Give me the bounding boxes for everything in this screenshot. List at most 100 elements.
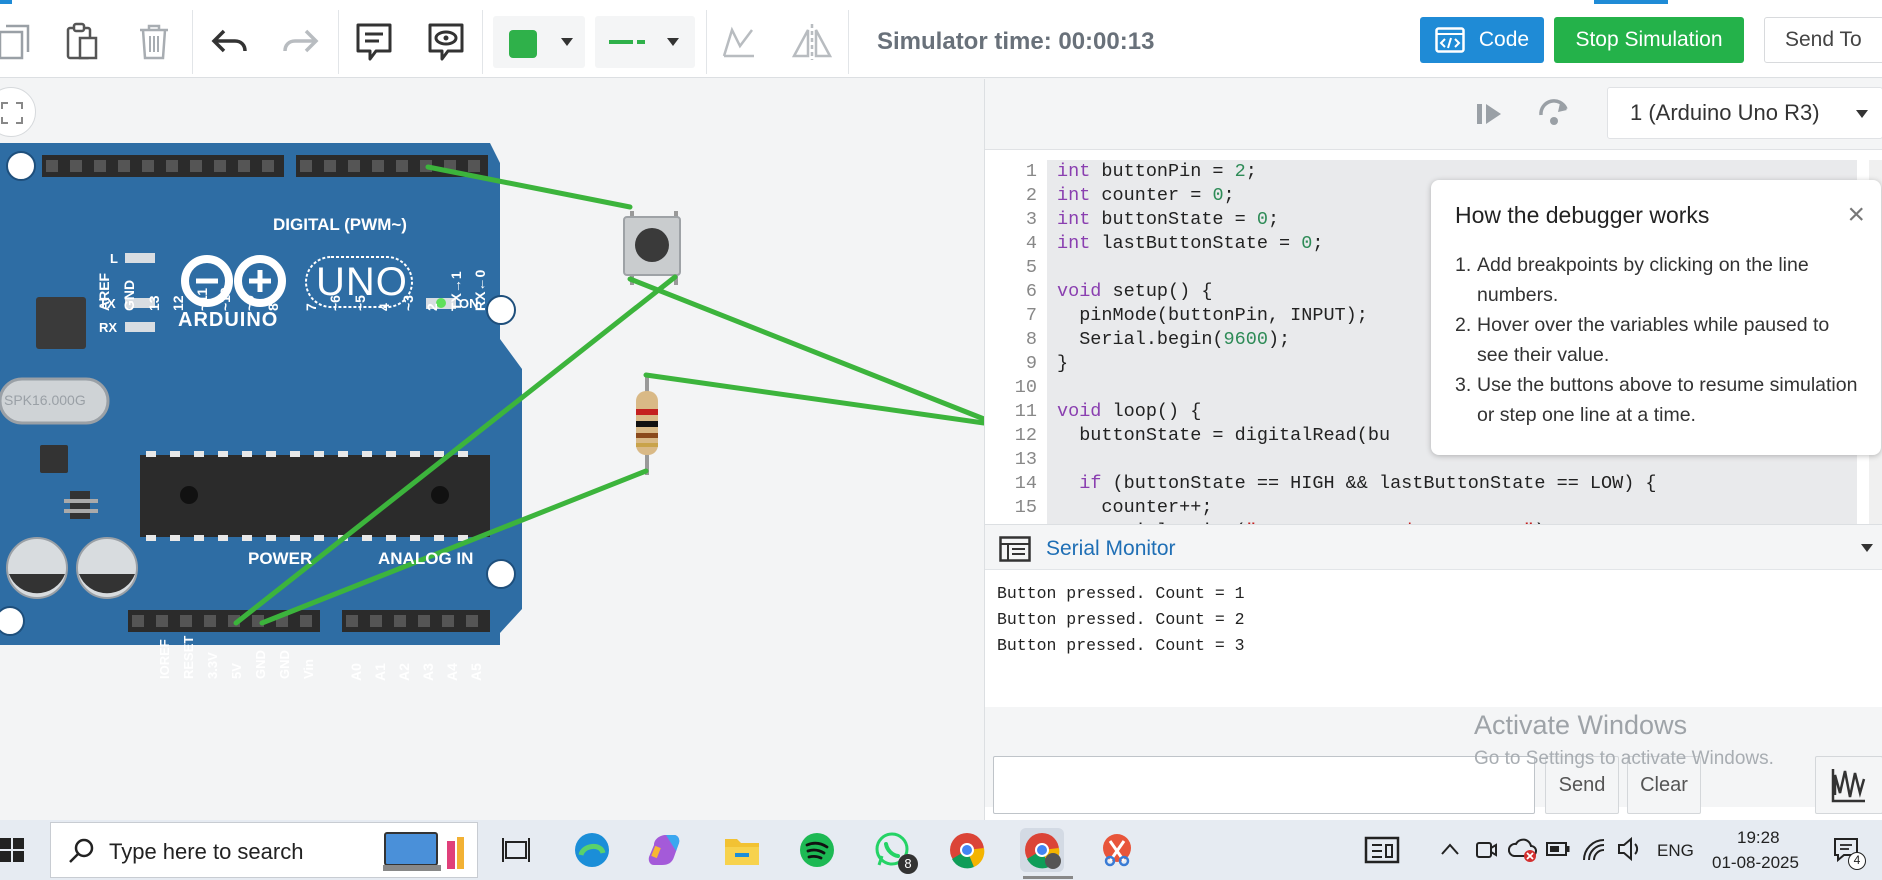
news-widget-icon[interactable] [1364, 836, 1400, 864]
help-step-text: Hover over the variables while paused to… [1477, 314, 1830, 366]
digital-pin-label: 2 [424, 303, 440, 311]
help-step: 1. Add breakpoints by clicking on the lin… [1455, 254, 1809, 306]
line-number[interactable]: 14 [985, 472, 1037, 496]
flip-icon[interactable] [786, 16, 838, 68]
power-pin-label: GND [277, 650, 292, 679]
analog-pin-label: A1 [372, 663, 388, 681]
line-number[interactable]: 7 [985, 304, 1037, 328]
battery-icon[interactable] [1546, 840, 1570, 858]
whatsapp-icon[interactable]: 8 [870, 828, 918, 874]
line-number[interactable]: 11 [985, 400, 1037, 424]
code-text: counter++; [1057, 497, 1213, 518]
line-number[interactable]: 8 [985, 328, 1037, 352]
wire-type-picker[interactable] [595, 16, 695, 68]
device-selector-value: 1 (Arduino Uno R3) [1630, 100, 1820, 125]
code-line: 14 if (buttonState == HIGH && lastButton… [985, 472, 1882, 496]
line-number[interactable]: 1 [985, 160, 1037, 184]
active-app-indicator [1023, 876, 1073, 879]
code-text: int buttonPin = 2; [1057, 161, 1257, 182]
search-icon [69, 838, 94, 863]
task-view-icon[interactable] [502, 836, 530, 864]
edge-icon[interactable] [570, 828, 614, 872]
pushbutton [623, 211, 681, 285]
line-number[interactable]: 4 [985, 232, 1037, 256]
copilot-icon[interactable] [645, 828, 689, 872]
on-label: ON [459, 296, 479, 311]
windows-start-icon[interactable] [0, 838, 26, 864]
line-number[interactable]: 2 [985, 184, 1037, 208]
wifi-icon[interactable] [1580, 836, 1606, 862]
volume-icon[interactable] [1616, 836, 1642, 862]
toolbar-divider [706, 10, 707, 74]
power-pin-label: 5V [229, 663, 244, 679]
serial-line: Button pressed. Count = 1 [997, 584, 1245, 603]
wire-color-picker[interactable] [493, 16, 585, 68]
graph-toggle-button[interactable] [1815, 756, 1882, 814]
analog-label: ANALOG IN [378, 549, 474, 568]
file-explorer-icon[interactable] [720, 828, 764, 872]
board-labels: AREF GND 13 12 ~11 ~10 ~9 8 7 ~6 ~5 4 ~3 2 TX→1 RX←0 DI… [0, 79, 540, 681]
chevron-down-icon[interactable] [1861, 544, 1873, 552]
clock-time[interactable]: 19:28 [1737, 828, 1780, 848]
line-number[interactable]: 3 [985, 208, 1037, 232]
line-number[interactable]: 5 [985, 256, 1037, 280]
circuit-canvas[interactable]: AREF GND 13 12 ~11 ~10 ~9 8 7 ~6 ~5 4 ~3 2 TX→1 RX←0 DI… [0, 79, 984, 820]
power-pin-label: 3.3V [205, 652, 220, 679]
led-l-label: L [110, 251, 118, 266]
digital-pin-label: 13 [146, 295, 162, 311]
help-step: 2. Hover over the variables while paused … [1455, 314, 1830, 366]
send-to-button[interactable]: Send To [1764, 17, 1882, 63]
digital-header-label: DIGITAL (PWM~) [273, 215, 407, 234]
device-selector[interactable]: 1 (Arduino Uno R3) [1607, 87, 1882, 139]
line-number[interactable]: 6 [985, 280, 1037, 304]
input-language[interactable]: ENG [1657, 841, 1694, 861]
power-pin-label: RESET [181, 635, 196, 679]
activation-watermark: Activate Windows [1474, 710, 1688, 740]
chrome-icon[interactable] [945, 828, 989, 872]
view-notes-icon[interactable] [420, 16, 472, 68]
chevron-up-icon[interactable] [1440, 842, 1460, 856]
plotter-icon [1831, 769, 1866, 803]
code-line: 15 counter++; [985, 496, 1882, 520]
search-highlight-icon [383, 832, 464, 871]
resistor [636, 375, 658, 475]
clock-date[interactable]: 01-08-2025 [1712, 853, 1799, 873]
chrome-profile-icon[interactable] [1020, 828, 1064, 872]
chevron-down-icon [1856, 110, 1868, 118]
digital-pin-label: ~10 [217, 287, 233, 311]
line-number[interactable]: 12 [985, 424, 1037, 448]
line-number[interactable]: 10 [985, 376, 1037, 400]
cloud-sync-icon[interactable] [1508, 836, 1538, 864]
search-placeholder: Type here to search [109, 839, 304, 864]
delete-icon[interactable] [128, 16, 180, 68]
serial-input[interactable] [993, 756, 1535, 814]
led-rx-label: RX [99, 320, 118, 335]
activation-watermark-hint: Go to Settings to activate Windows. [1474, 748, 1774, 769]
serial-monitor-header[interactable]: Serial Monitor [985, 524, 1882, 570]
rotate-icon[interactable] [712, 16, 764, 68]
resume-icon[interactable] [1475, 101, 1503, 127]
power-pin-label: IOREF [157, 639, 172, 679]
debugger-help-popup: How the debugger works × 1. Add breakpoin… [1431, 180, 1881, 455]
led-tx-label: TX [99, 296, 116, 311]
power-pin-label: GND [253, 650, 268, 679]
color-swatch [509, 30, 537, 58]
line-number[interactable]: 13 [985, 448, 1037, 472]
line-number[interactable]: 9 [985, 352, 1037, 376]
popup-title: How the debugger works [1455, 202, 1710, 228]
copy-icon[interactable] [0, 16, 40, 68]
stop-simulation-button[interactable]: Stop Simulation [1554, 17, 1744, 63]
code-button[interactable]: Code [1420, 17, 1544, 63]
spotify-icon[interactable] [795, 828, 839, 872]
meet-now-icon[interactable] [1474, 838, 1498, 862]
snipping-tool-icon[interactable] [1095, 828, 1139, 872]
line-number[interactable]: 15 [985, 496, 1037, 520]
paste-icon[interactable] [56, 16, 108, 68]
close-icon[interactable]: × [1847, 200, 1865, 230]
taskbar-search[interactable]: Type here to search [50, 822, 478, 878]
undo-icon[interactable] [204, 16, 256, 68]
notes-icon[interactable] [348, 16, 400, 68]
redo-icon[interactable] [274, 16, 326, 68]
code-text: int lastButtonState = 0; [1057, 233, 1324, 254]
step-over-icon[interactable] [1537, 97, 1571, 127]
